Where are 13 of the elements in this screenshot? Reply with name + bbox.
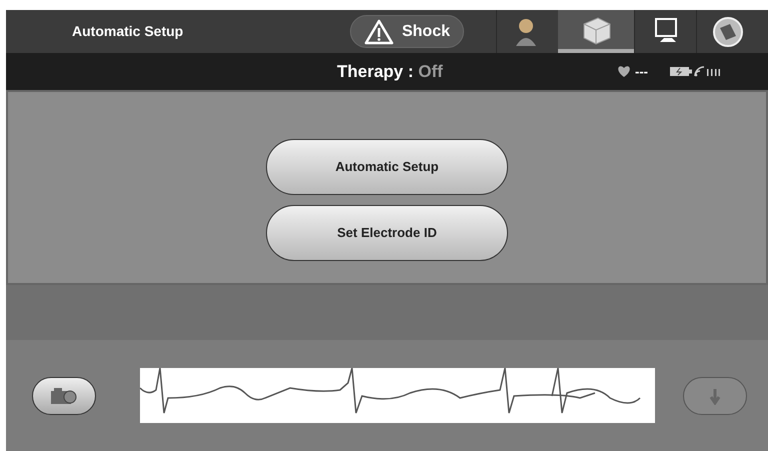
therapy-status: Therapy : Off <box>337 60 444 83</box>
heart-icon <box>617 65 631 78</box>
signal-icon <box>694 66 720 77</box>
nav-tab[interactable] <box>558 10 634 53</box>
shock-button[interactable]: Shock <box>350 15 464 48</box>
menu-button[interactable]: Automatic Setup <box>266 139 508 195</box>
heart-rate: --- <box>635 62 648 81</box>
battery-icon <box>670 67 692 76</box>
screen-title: Automatic Setup <box>72 22 184 41</box>
menu-button[interactable]: Set Electrode ID <box>266 205 508 261</box>
warning-icon <box>364 18 394 44</box>
camera-button[interactable] <box>32 376 96 414</box>
camera-icon <box>50 386 78 406</box>
